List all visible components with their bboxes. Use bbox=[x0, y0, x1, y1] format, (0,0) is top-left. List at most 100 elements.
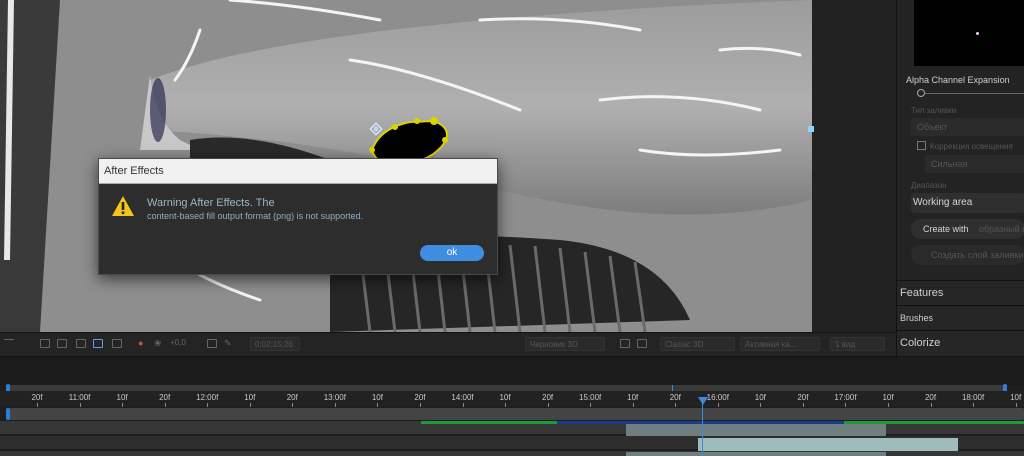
playhead[interactable] bbox=[698, 397, 708, 405]
ruler-tick bbox=[207, 403, 209, 407]
ruler-tick-label: 20f bbox=[669, 393, 681, 402]
3d-ground-icon[interactable] bbox=[620, 339, 630, 348]
fill-layer-clip[interactable] bbox=[626, 424, 886, 436]
ruler-tick bbox=[164, 403, 166, 407]
show-snapshot-icon[interactable]: ✎ bbox=[224, 338, 232, 349]
ruler-tick-label: 11:00f bbox=[68, 393, 91, 402]
work-area-bar[interactable] bbox=[8, 408, 1024, 420]
playhead-line bbox=[702, 397, 703, 456]
zoom-value[interactable]: +0,0 bbox=[170, 338, 186, 347]
ruler-tick bbox=[334, 403, 336, 407]
ruler-tick bbox=[717, 403, 719, 407]
dialog-message-line2: content-based fill output format (png) i… bbox=[147, 211, 364, 221]
ruler-tick-label: 10f bbox=[882, 393, 894, 402]
strength-value: Сильная bbox=[931, 159, 968, 169]
resize-handle[interactable] bbox=[808, 126, 814, 132]
lower-layer-clip[interactable] bbox=[626, 452, 886, 456]
snapshot-icon[interactable] bbox=[207, 339, 217, 348]
features-label: Features bbox=[900, 287, 944, 299]
fill-type-label: Тип заливки bbox=[911, 106, 957, 115]
colorize-section[interactable]: Colorize bbox=[897, 330, 1024, 356]
fill-type-select[interactable]: Объект bbox=[911, 118, 1024, 136]
ruler-tick-label: 18:00f bbox=[961, 393, 985, 402]
timeline-panel: 20f 11:00f 10f 20f 12:00f 10f 20f 13:00f 10f 20f 1… bbox=[0, 356, 1024, 456]
ruler-tick-label: 10f bbox=[244, 393, 256, 402]
viewer-toolbar: ● ❀ +0,0 ✎ 0;02;15;26 Черновик 3D Classi… bbox=[0, 332, 896, 356]
draft-3d-toggle[interactable]: Черновик 3D bbox=[525, 337, 605, 351]
ruler-tick bbox=[377, 403, 379, 407]
menu-icon[interactable] bbox=[4, 339, 14, 348]
ruler-tick bbox=[760, 403, 762, 407]
ruler-tick-label: 20f bbox=[542, 393, 554, 402]
lighting-correction-checkbox[interactable] bbox=[917, 141, 926, 150]
time-ruler[interactable]: 20f 11:00f 10f 20f 12:00f 10f 20f 13:00f 10f 20f 1… bbox=[0, 391, 1024, 407]
ruler-tick-label: 20f bbox=[286, 393, 298, 402]
ruler-tick bbox=[37, 403, 38, 407]
ruler-tick-label: 20f bbox=[31, 393, 43, 402]
brushes-label: Brushes bbox=[900, 313, 934, 323]
ruler-tick-label: 12:00f bbox=[196, 393, 219, 402]
ruler-tick bbox=[888, 403, 889, 407]
ruler-tick bbox=[845, 403, 847, 407]
create-fill-layer-button[interactable]: Создать слой заливки bbox=[911, 245, 1024, 265]
views-select[interactable]: 1 вид bbox=[830, 337, 885, 351]
timecode-field[interactable]: 0;02;15;26 bbox=[250, 337, 300, 351]
create-suffix: образный кадр bbox=[979, 224, 1024, 234]
exposure-icon[interactable]: ❀ bbox=[154, 338, 162, 349]
ruler-tick-label: 10f bbox=[499, 393, 511, 402]
ruler-tick-label: 20f bbox=[414, 393, 426, 402]
region-icon[interactable] bbox=[40, 339, 50, 348]
alpha-expansion-label: Alpha Channel Expansion bbox=[906, 75, 1010, 85]
ruler-tick bbox=[590, 403, 592, 407]
camera-select[interactable]: Активная ка... bbox=[740, 337, 820, 351]
ruler-tick bbox=[632, 403, 634, 407]
range-value: Working area bbox=[913, 197, 973, 208]
ruler-tick-label: 16:00f bbox=[706, 393, 729, 402]
extended-viewer-icon[interactable] bbox=[637, 339, 647, 348]
ruler-tick bbox=[930, 403, 932, 407]
range-label: Диапазон bbox=[911, 181, 947, 190]
range-select[interactable]: Working area bbox=[911, 193, 1024, 213]
features-section[interactable]: Features bbox=[897, 280, 1024, 305]
ruler-tick-label: 10f bbox=[371, 393, 383, 402]
strength-select[interactable]: Сильная bbox=[925, 155, 1024, 173]
ruler-tick bbox=[249, 403, 251, 407]
create-label: Create with bbox=[923, 224, 969, 234]
ruler-tick bbox=[505, 403, 507, 407]
ruler-tick bbox=[973, 403, 975, 407]
ruler-tick-label: 17:00f bbox=[834, 393, 857, 402]
ruler-tick-label: 20f bbox=[924, 393, 937, 402]
mask-visibility-icon[interactable] bbox=[112, 339, 122, 348]
work-area-start-handle[interactable] bbox=[6, 408, 10, 420]
transparency-grid-icon[interactable] bbox=[93, 339, 103, 348]
ok-button[interactable]: ok bbox=[420, 245, 484, 261]
alpha-slider-thumb[interactable] bbox=[917, 89, 925, 97]
ruler-tick bbox=[79, 403, 81, 407]
ruler-tick bbox=[122, 403, 124, 407]
warning-dialog: After Effects Warning After Effects. The… bbox=[98, 158, 498, 275]
reference-frame-clip[interactable] bbox=[698, 438, 958, 451]
ruler-tick-label: 20f bbox=[159, 393, 171, 402]
mask-toggle-icon[interactable] bbox=[76, 339, 86, 348]
create-layer-label: Создать слой заливки bbox=[931, 250, 1024, 260]
content-aware-fill-panel: Alpha Channel Expansion Тип заливки Объе… bbox=[896, 0, 1024, 356]
ruler-tick-label: 20f bbox=[797, 393, 809, 402]
alpha-preview bbox=[914, 0, 1024, 66]
ruler-tick bbox=[292, 403, 294, 407]
ruler-tick bbox=[1015, 403, 1017, 407]
ruler-tick-label: 10f bbox=[116, 393, 128, 402]
create-reference-frame-button[interactable]: Create with образный кадр bbox=[911, 219, 1024, 239]
ruler-tick-label: 10f bbox=[627, 393, 639, 402]
ruler-tick bbox=[419, 403, 421, 407]
ruler-tick bbox=[675, 403, 677, 407]
alpha-slider-track[interactable] bbox=[925, 93, 1024, 94]
renderer-select[interactable]: Classic 3D bbox=[660, 337, 735, 351]
ruler-tick bbox=[547, 403, 549, 407]
color-channel-icon[interactable]: ● bbox=[138, 338, 143, 348]
ruler-tick bbox=[462, 403, 464, 407]
grid-icon[interactable] bbox=[57, 339, 67, 348]
brushes-section[interactable]: Brushes bbox=[897, 305, 1024, 330]
ruler-tick-label: 10f bbox=[754, 393, 766, 402]
ruler-tick-label: 15:00f bbox=[579, 393, 602, 402]
dialog-message-line1: Warning After Effects. The bbox=[147, 197, 275, 209]
